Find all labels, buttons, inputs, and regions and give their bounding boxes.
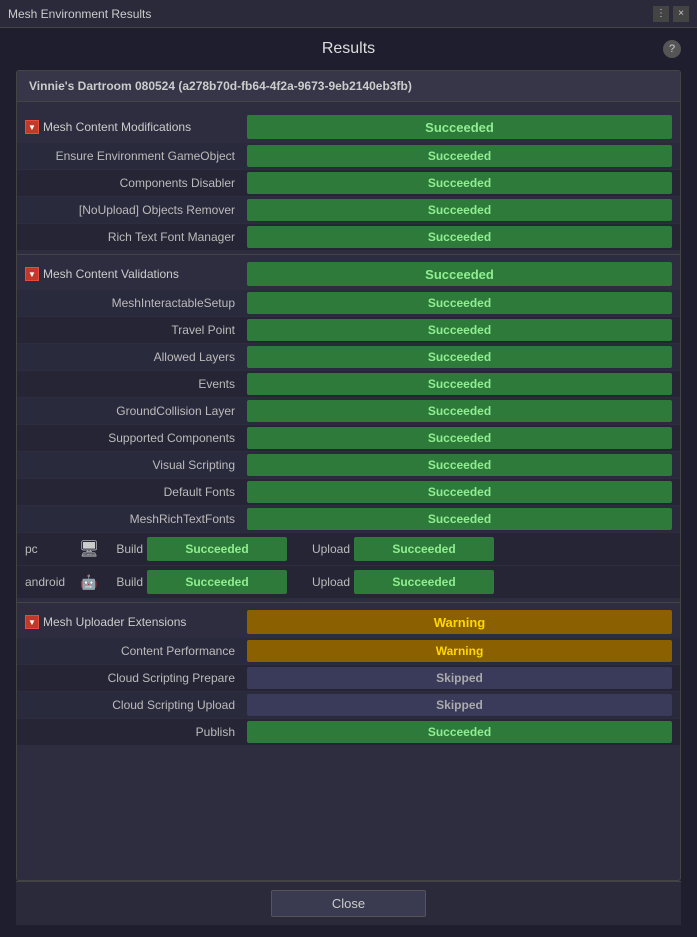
item-status: Succeeded [247, 400, 672, 422]
toggle-validations[interactable]: ▼ [25, 267, 39, 281]
item-status: Succeeded [247, 373, 672, 395]
item-status: Succeeded [247, 454, 672, 476]
help-icon[interactable]: ? [663, 40, 681, 58]
item-label: Rich Text Font Manager [17, 230, 247, 244]
more-options-button[interactable]: ⋮ [653, 6, 669, 22]
item-status: Succeeded [247, 721, 672, 743]
item-status: Succeeded [247, 172, 672, 194]
build-label-pc: Build [103, 542, 143, 556]
item-status: Skipped [247, 694, 672, 716]
item-label: Supported Components [17, 431, 247, 445]
platform-row-android: android 🤖 Build Succeeded Upload Succeed… [17, 566, 680, 598]
item-label: Content Performance [17, 644, 247, 658]
item-status: Warning [247, 640, 672, 662]
section-mesh-content-validations: ▼ Mesh Content Validations Succeeded Mes… [17, 259, 680, 598]
item-label: Cloud Scripting Upload [17, 698, 247, 712]
item-label: Default Fonts [17, 485, 247, 499]
toggle-arrow-icon: ▼ [28, 270, 36, 279]
item-label: Cloud Scripting Prepare [17, 671, 247, 685]
list-item: Publish Succeeded [17, 719, 680, 745]
build-label-android: Build [103, 575, 143, 589]
list-item: Content Performance Warning [17, 638, 680, 664]
close-bar: Close [16, 881, 681, 925]
item-label: MeshInteractableSetup [17, 296, 247, 310]
item-status: Succeeded [247, 226, 672, 248]
validations-status: Succeeded [247, 262, 672, 286]
item-label: Components Disabler [17, 176, 247, 190]
item-label: Travel Point [17, 323, 247, 337]
close-window-button[interactable]: × [673, 6, 689, 22]
platform-name-android: android [25, 575, 75, 589]
android-upload-status: Succeeded [354, 570, 494, 594]
upload-label-pc: Upload [295, 542, 350, 556]
toggle-arrow-icon: ▼ [28, 123, 36, 132]
extensions-status: Warning [247, 610, 672, 634]
item-status: Succeeded [247, 292, 672, 314]
item-label: [NoUpload] Objects Remover [17, 203, 247, 217]
title-bar-controls: ⋮ × [653, 6, 689, 22]
section-mesh-content-modifications: ▼ Mesh Content Modifications Succeeded E… [17, 112, 680, 250]
list-item: Cloud Scripting Upload Skipped [17, 692, 680, 718]
section-header-row: ▼ Mesh Content Modifications Succeeded [17, 112, 680, 142]
list-item: Default Fonts Succeeded [17, 479, 680, 505]
modifications-label: Mesh Content Modifications [43, 120, 191, 134]
validations-label: Mesh Content Validations [43, 267, 179, 281]
item-status: Succeeded [247, 199, 672, 221]
title-bar: Mesh Environment Results ⋮ × [0, 0, 697, 28]
list-item: Allowed Layers Succeeded [17, 344, 680, 370]
list-item: Ensure Environment GameObject Succeeded [17, 143, 680, 169]
item-label: Allowed Layers [17, 350, 247, 364]
panel-header: Vinnie's Dartroom 080524 (a278b70d-fb64-… [17, 71, 680, 102]
list-item: Components Disabler Succeeded [17, 170, 680, 196]
item-status: Succeeded [247, 427, 672, 449]
item-label: Events [17, 377, 247, 391]
item-label: Visual Scripting [17, 458, 247, 472]
item-status: Succeeded [247, 319, 672, 341]
section-header-row: ▼ Mesh Uploader Extensions Warning [17, 607, 680, 637]
results-panel: Vinnie's Dartroom 080524 (a278b70d-fb64-… [16, 70, 681, 881]
list-item: [NoUpload] Objects Remover Succeeded [17, 197, 680, 223]
item-status: Succeeded [247, 145, 672, 167]
list-item: Visual Scripting Succeeded [17, 452, 680, 478]
title-bar-title: Mesh Environment Results [8, 7, 151, 21]
item-status: Skipped [247, 667, 672, 689]
list-item: GroundCollision Layer Succeeded [17, 398, 680, 424]
pc-build-status: Succeeded [147, 537, 287, 561]
list-item: Supported Components Succeeded [17, 425, 680, 451]
section-mesh-uploader-extensions: ▼ Mesh Uploader Extensions Warning Conte… [17, 607, 680, 745]
content-area: ▼ Mesh Content Modifications Succeeded E… [17, 102, 680, 755]
upload-label-android: Upload [295, 575, 350, 589]
pc-upload-status: Succeeded [354, 537, 494, 561]
toggle-modifications[interactable]: ▼ [25, 120, 39, 134]
list-item: Travel Point Succeeded [17, 317, 680, 343]
list-item: Rich Text Font Manager Succeeded [17, 224, 680, 250]
item-status: Succeeded [247, 508, 672, 530]
item-label: Publish [17, 725, 247, 739]
item-label: MeshRichTextFonts [17, 512, 247, 526]
item-label: GroundCollision Layer [17, 404, 247, 418]
extensions-label: Mesh Uploader Extensions [43, 615, 186, 629]
list-item: Events Succeeded [17, 371, 680, 397]
section-header-row: ▼ Mesh Content Validations Succeeded [17, 259, 680, 289]
item-label: Ensure Environment GameObject [17, 149, 247, 163]
modifications-status: Succeeded [247, 115, 672, 139]
platform-row-pc: pc 🖥 Build Succeeded Upload Succeeded [17, 533, 680, 565]
page-title: Results ? [16, 40, 681, 58]
list-item: MeshInteractableSetup Succeeded [17, 290, 680, 316]
android-icon: 🤖 [75, 574, 103, 591]
android-build-status: Succeeded [147, 570, 287, 594]
toggle-arrow-icon: ▼ [28, 618, 36, 627]
platform-name-pc: pc [25, 542, 75, 556]
toggle-extensions[interactable]: ▼ [25, 615, 39, 629]
main-container: Results ? Vinnie's Dartroom 080524 (a278… [0, 28, 697, 937]
list-item: MeshRichTextFonts Succeeded [17, 506, 680, 532]
pc-icon: 🖥 [75, 539, 103, 559]
list-item: Cloud Scripting Prepare Skipped [17, 665, 680, 691]
close-button[interactable]: Close [271, 890, 426, 917]
item-status: Succeeded [247, 481, 672, 503]
item-status: Succeeded [247, 346, 672, 368]
